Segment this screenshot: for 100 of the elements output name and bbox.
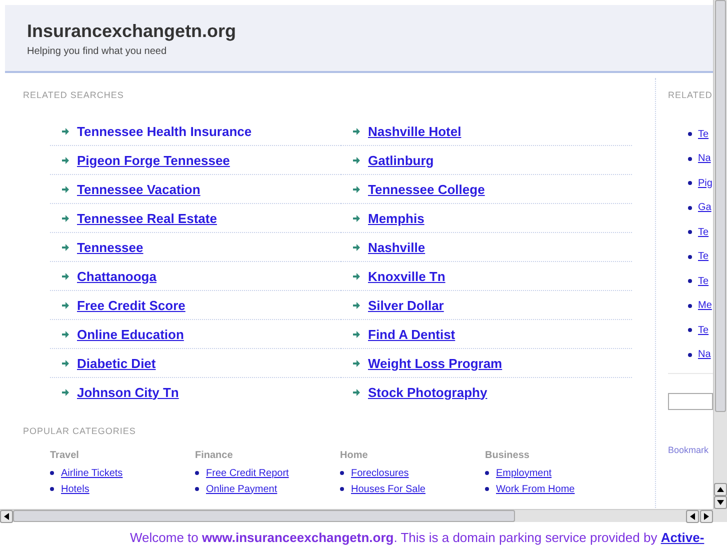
- arrow-icon: [353, 128, 360, 134]
- site-title: Insurancexchangetn.org: [27, 21, 238, 41]
- arrow-icon: [62, 388, 69, 396]
- search-field[interactable]: [668, 393, 713, 410]
- search-link[interactable]: Memphis: [368, 210, 424, 226]
- search-link[interactable]: Find A Dentist: [368, 326, 456, 342]
- up-triangle-icon: [717, 487, 724, 492]
- search-link[interactable]: Stock Photography: [368, 384, 488, 400]
- arrow-icon: [353, 214, 360, 222]
- scroll-right-button[interactable]: [700, 510, 713, 523]
- search-link[interactable]: Tennessee Vacation: [77, 182, 200, 196]
- section-heading: RELATED SEARCHES: [23, 89, 125, 101]
- bullet-icon: [485, 471, 489, 475]
- arrow-icon: [62, 128, 69, 134]
- search-link[interactable]: Knoxville Tn: [368, 268, 446, 284]
- search-link[interactable]: Pigeon Forge Tennessee: [77, 152, 230, 168]
- arrow-icon: [62, 244, 69, 250]
- search-link[interactable]: Chattanooga: [77, 268, 156, 284]
- search-link[interactable]: Te: [698, 276, 709, 287]
- category-link[interactable]: Houses For Sale: [351, 484, 426, 494]
- category-link[interactable]: Free Credit Report: [206, 468, 289, 478]
- category-title: Travel: [50, 450, 80, 462]
- category-title: Business: [485, 450, 530, 462]
- search-link[interactable]: Te: [698, 251, 709, 262]
- bullet-icon: [688, 156, 692, 161]
- category-title: Finance: [195, 450, 234, 462]
- bullet-icon: [688, 230, 692, 234]
- search-link[interactable]: Ga: [698, 202, 712, 214]
- arrow-icon: [353, 302, 360, 308]
- arrow-icon: [62, 330, 69, 338]
- vertical-scrollbar[interactable]: [713, 0, 727, 509]
- bullet-icon: [688, 352, 692, 357]
- search-link[interactable]: Diabetic Diet: [77, 356, 156, 370]
- arrow-icon: [62, 302, 69, 308]
- arrow-icon: [62, 214, 69, 222]
- search-link[interactable]: Tennessee College: [368, 182, 485, 196]
- section-heading: RELATED: [668, 89, 713, 101]
- arrow-icon: [353, 388, 360, 396]
- scroll-down-button[interactable]: [714, 496, 727, 509]
- bullet-icon: [688, 328, 692, 332]
- bullet-icon: [688, 132, 692, 136]
- arrow-icon: [62, 272, 69, 280]
- section-heading: POPULAR CATEGORIES: [23, 425, 137, 437]
- arrow-icon: [62, 360, 69, 366]
- search-link[interactable]: Silver Dollar: [368, 298, 444, 312]
- arrow-icon: [353, 360, 360, 366]
- category-link[interactable]: Employment: [496, 468, 552, 478]
- category-link[interactable]: Online Payment: [206, 484, 278, 494]
- category-link[interactable]: Airline Tickets: [61, 468, 123, 478]
- arrow-icon: [353, 244, 360, 250]
- bullet-icon: [688, 254, 692, 259]
- provider-link[interactable]: Active-: [660, 530, 704, 545]
- search-link[interactable]: Nashville Hotel: [368, 124, 462, 138]
- arrow-icon: [353, 330, 360, 338]
- arrow-icon: [353, 272, 360, 280]
- bullet-icon: [340, 471, 344, 475]
- search-link[interactable]: Pig: [698, 178, 712, 189]
- horizontal-scrollbar[interactable]: [0, 509, 713, 522]
- search-link[interactable]: Online Education: [77, 326, 184, 342]
- category-link[interactable]: Foreclosures: [351, 468, 409, 478]
- scroll-up-button[interactable]: [714, 483, 727, 496]
- search-link[interactable]: Johnson City Tn: [77, 384, 179, 400]
- bullet-icon: [688, 206, 692, 210]
- footer-text: Welcome to www.insuranceexchangetn.org. This is a domain parking service provided by Active-: [130, 530, 706, 545]
- bullet-icon: [688, 279, 692, 284]
- category-title: Home: [340, 450, 369, 462]
- search-link[interactable]: Na: [698, 153, 711, 164]
- bullet-icon: [195, 471, 199, 475]
- category-link[interactable]: Work From Home: [496, 484, 575, 494]
- search-link[interactable]: Me: [698, 300, 712, 312]
- bullet-icon: [50, 471, 54, 475]
- search-link[interactable]: Te: [698, 324, 709, 336]
- left-triangle-icon: [4, 513, 9, 520]
- search-link[interactable]: Tennessee Health Insurance: [77, 124, 252, 138]
- search-link[interactable]: Free Credit Score: [77, 298, 186, 312]
- scroll-left-button[interactable]: [686, 510, 699, 523]
- scroll-left-button[interactable]: [0, 510, 13, 523]
- arrow-icon: [353, 186, 360, 192]
- arrow-icon: [353, 156, 360, 164]
- down-triangle-icon: [717, 500, 724, 505]
- search-link[interactable]: Gatlinburg: [368, 152, 434, 168]
- bookmark-link[interactable]: Bookmark: [668, 445, 713, 455]
- search-link[interactable]: Tennessee Real Estate: [77, 210, 217, 226]
- right-triangle-icon: [704, 513, 709, 520]
- bullet-icon: [688, 304, 692, 308]
- search-link[interactable]: Tennessee: [77, 240, 144, 254]
- search-link[interactable]: Nashville: [368, 240, 426, 254]
- bullet-icon: [50, 487, 54, 491]
- site-tagline: Helping you find what you need: [27, 46, 168, 57]
- scrollbar-thumb[interactable]: [13, 510, 515, 522]
- left-triangle-icon: [690, 513, 695, 520]
- search-link[interactable]: Te: [698, 128, 709, 140]
- bullet-icon: [195, 487, 199, 491]
- arrow-icon: [62, 156, 69, 164]
- search-link[interactable]: Na: [698, 349, 711, 360]
- category-link[interactable]: Hotels: [61, 484, 90, 494]
- bullet-icon: [340, 487, 344, 491]
- search-link[interactable]: Weight Loss Program: [368, 356, 502, 370]
- search-link[interactable]: Te: [698, 226, 709, 238]
- scrollbar-thumb[interactable]: [715, 0, 726, 412]
